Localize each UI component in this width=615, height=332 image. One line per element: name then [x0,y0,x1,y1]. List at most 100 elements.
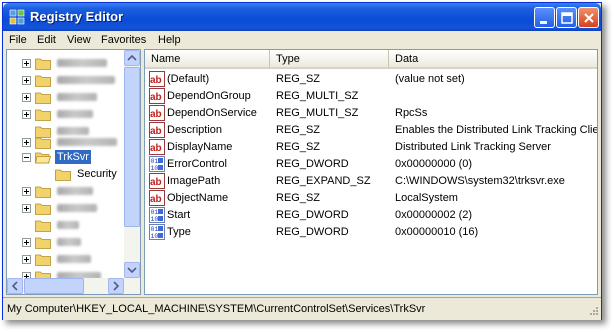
value-data: RpcSs [395,107,428,119]
value-row[interactable]: ab Description REG_SZ Enables the Distribut… [145,122,597,139]
tree-item-obscured[interactable] [7,106,125,123]
scroll-right-button[interactable] [108,278,124,294]
column-header-type[interactable]: Type [270,50,389,69]
values-list-pane[interactable]: Name Type Data ab (Default) REG_SZ (value n… [144,49,598,295]
svg-text:ab: ab [150,177,162,188]
string-value-icon: ab [149,122,165,138]
scroll-down-button[interactable] [124,262,140,278]
tree-item-obscured[interactable] [7,234,125,251]
binary-value-icon: 0110 [149,224,165,240]
svg-text:10: 10 [151,216,159,223]
svg-text:01: 01 [151,158,159,165]
expand-toggle[interactable] [22,110,31,119]
obscured-key-name [57,110,93,118]
folder-icon [35,254,51,266]
tree-horizontal-scrollbar[interactable] [7,278,140,294]
value-row[interactable]: ab (Default) REG_SZ (value not set) [145,71,597,88]
column-header-data[interactable]: Data [389,50,597,69]
tree-item-obscured[interactable] [7,217,125,234]
menu-view[interactable]: View [67,34,91,46]
svg-text:10: 10 [151,233,159,240]
menu-file[interactable]: File [9,34,27,46]
folder-icon [35,137,51,149]
value-data: 0x00000010 (16) [395,226,479,238]
scroll-up-button[interactable] [124,50,140,66]
scroll-left-button[interactable] [7,278,23,294]
menu-edit[interactable]: Edit [37,34,56,46]
title-bar[interactable]: Registry Editor [3,3,601,31]
value-data: 0x00000002 (2) [395,209,473,221]
close-button[interactable] [578,7,599,28]
tree-item-obscured[interactable] [7,89,125,106]
value-type: REG_DWORD [276,158,349,170]
tree-item-trksvr[interactable]: TrkSvr [7,149,125,166]
registry-editor-icon [9,9,25,25]
menu-favorites[interactable]: Favorites [101,34,146,46]
obscured-key-name [57,221,79,229]
expand-toggle[interactable] [22,93,31,102]
maximize-button[interactable] [556,7,577,28]
resize-grip-icon[interactable] [587,306,599,318]
value-type: REG_EXPAND_SZ [276,175,371,187]
horizontal-scroll-thumb[interactable] [24,278,84,294]
key-tree-pane[interactable]: TrkSvr Security [6,49,141,295]
tree-item-obscured[interactable] [7,251,125,268]
obscured-key-name [57,187,93,195]
expand-toggle[interactable] [22,59,31,68]
string-value-icon: ab [149,71,165,87]
tree-vertical-scrollbar[interactable] [124,50,140,278]
column-header-name[interactable]: Name [145,50,270,69]
value-row[interactable]: ab DependOnGroup REG_MULTI_SZ [145,88,597,105]
obscured-key-name [57,93,97,101]
tree-item-obscured[interactable] [7,200,125,217]
value-row[interactable]: 01 10 ErrorControl REG_DWORD 0x00000000 (0) [145,156,597,173]
value-type: REG_SZ [276,124,321,136]
expand-toggle[interactable] [22,255,31,264]
collapse-toggle[interactable] [22,153,31,162]
expand-toggle[interactable] [22,76,31,85]
value-name: DisplayName [167,141,233,153]
obscured-key-name [57,204,97,212]
tree-item-obscured[interactable] [7,183,125,200]
value-name: Type [167,226,191,238]
value-type: REG_MULTI_SZ [276,90,359,102]
client-area: TrkSvr Security Name Type Data ab (Defau… [6,49,598,295]
value-type: REG_SZ [276,141,321,153]
status-bar: My Computer\HKEY_LOCAL_MACHINE\SYSTEM\Cu… [3,297,601,320]
folder-icon [35,92,51,104]
expand-toggle[interactable] [22,204,31,213]
value-row[interactable]: ab ImagePath REG_EXPAND_SZ C:\WINDOWS\syste… [145,173,597,190]
tree-item-obscured[interactable] [7,55,125,72]
minimize-button[interactable] [534,7,555,28]
string-value-icon: ab [149,139,165,155]
value-name: ErrorControl [167,158,227,170]
folder-icon [35,58,51,70]
svg-text:ab: ab [150,75,162,86]
value-name: DependOnGroup [167,90,251,102]
obscured-key-name [57,138,117,146]
value-row[interactable]: 01 10 Start REG_DWORD 0x00000002 (2) [145,207,597,224]
chevron-up-icon [127,54,137,61]
value-row[interactable]: 01 10 Type REG_DWORD 0x00000010 (16) [145,224,597,241]
expand-toggle[interactable] [22,238,31,247]
expand-toggle[interactable] [22,138,31,147]
folder-icon [35,75,51,87]
scroll-thumb[interactable] [124,67,140,227]
folder-icon [35,220,51,232]
value-row[interactable]: ab ObjectName REG_SZ LocalSystem [145,190,597,207]
tree-item-security[interactable]: Security [7,166,125,183]
minimize-icon [540,21,547,24]
value-name: ObjectName [167,192,229,204]
value-row[interactable]: ab DependOnService REG_MULTI_SZ RpcSs [145,105,597,122]
binary-value-icon: 0110 [149,156,165,172]
menu-help[interactable]: Help [158,34,181,46]
chevron-left-icon [11,281,18,291]
tree-item-obscured[interactable] [7,72,125,89]
value-name: Description [167,124,223,136]
value-row[interactable]: ab DisplayName REG_SZ Distributed Link Trac… [145,139,597,156]
expand-toggle[interactable] [22,187,31,196]
string-value-icon: ab [149,173,165,189]
string-value-icon: ab [149,190,165,206]
folder-icon [35,203,51,215]
open-folder-icon [35,152,51,164]
